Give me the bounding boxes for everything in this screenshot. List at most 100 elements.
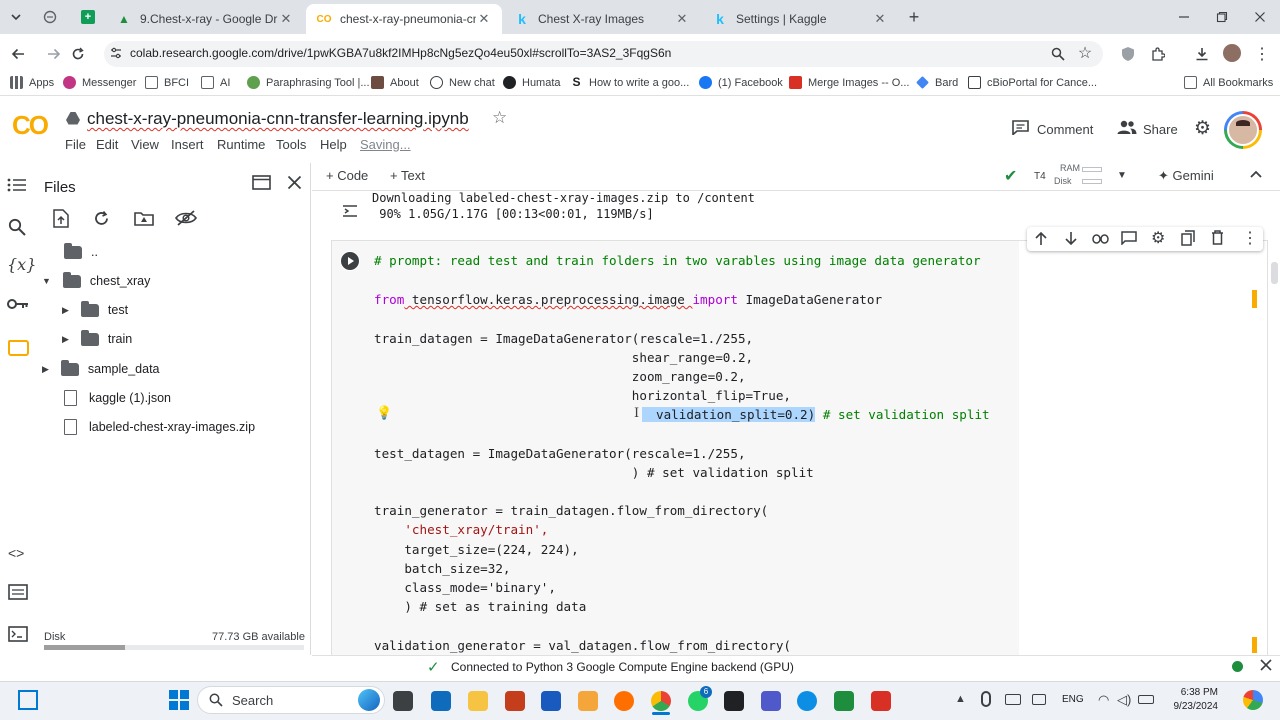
chrome-icon[interactable] [651,691,671,711]
bookmark-merge-images[interactable]: Merge Images -- O... [789,76,909,89]
language-indicator[interactable]: ENG [1062,694,1084,705]
close-icon[interactable]: ✕ [278,11,294,27]
app-orange-icon[interactable] [578,691,598,711]
open-in-tab-icon[interactable] [252,175,272,191]
tab-kaggle-settings[interactable]: k Settings | Kaggle ✕ [702,4,898,34]
runtime-dropdown-icon[interactable]: ▼ [1117,170,1127,181]
notebook-title[interactable]: chest-x-ray-pneumonia-cnn-transfer-learn… [87,109,469,129]
word-icon[interactable] [541,691,561,711]
bookmark-messenger[interactable]: Messenger [63,76,136,89]
display-icon[interactable] [1032,694,1046,705]
mirror-cell-icon[interactable] [1181,230,1195,246]
move-cell-down-icon[interactable] [1064,231,1078,247]
window-close-icon[interactable] [1250,8,1270,26]
share-button[interactable]: Share [1143,122,1178,137]
output-toggle-icon[interactable] [342,204,358,218]
forward-arrow-icon[interactable] [44,44,64,64]
menu-file[interactable]: File [65,137,86,152]
close-icon[interactable]: ✕ [476,11,492,27]
tab-google-drive[interactable]: ▲ 9.Chest-x-ray - Google Drive ✕ [106,4,304,34]
files-rail-button[interactable] [0,333,36,363]
task-view-icon[interactable] [393,691,413,711]
tree-item-test[interactable]: ▶ test [62,300,128,317]
copilot-tray-icon[interactable] [1243,690,1263,710]
code-line[interactable]: 'chest_xray/train', [374,522,548,537]
close-panel-icon[interactable] [287,175,303,191]
zoom-search-icon[interactable] [1048,44,1068,64]
bookmark-about[interactable]: About [371,76,419,89]
url-text[interactable]: colab.research.google.com/drive/1pwKGBA7… [130,46,671,60]
tree-item-train[interactable]: ▶ train [62,329,132,346]
terminal-app-icon[interactable] [724,691,744,711]
back-arrow-icon[interactable] [8,44,28,64]
tab-colab-notebook[interactable]: CO chest-x-ray-pneumonia-cnn-tra ✕ [306,4,502,34]
battery-icon[interactable] [1138,695,1154,704]
variables-icon[interactable]: {x} [7,255,36,274]
windows-start-icon[interactable] [169,690,189,710]
caret-right-icon[interactable]: ▶ [42,364,49,375]
code-line[interactable]: validation_generator = val_datagen.flow_… [374,638,791,653]
store-icon[interactable] [431,691,451,711]
pinned-sheets-icon[interactable]: + [78,8,98,26]
cell-settings-gear-icon[interactable]: ⚙ [1151,228,1165,248]
code-line[interactable]: batch_size=32, [374,561,510,576]
code-line[interactable]: train_generator = train_datagen.flow_fro… [374,503,768,518]
code-line[interactable]: validation_split=0.2) # set validation s… [642,407,990,422]
caret-right-icon[interactable]: ▶ [62,334,69,345]
caret-right-icon[interactable]: ▶ [62,305,69,316]
menu-runtime[interactable]: Runtime [217,137,265,152]
browser-menu-icon[interactable]: ⋮ [1252,44,1272,64]
bookmark-bard[interactable]: Bard [916,76,958,89]
more-actions-icon[interactable]: ⋮ [1242,228,1258,248]
close-icon[interactable]: ✕ [674,11,690,27]
code-snippets-icon[interactable]: <> [8,545,24,561]
bookmark-ai[interactable]: AI [201,76,230,89]
status-close-icon[interactable] [1260,659,1272,671]
keyboard-icon[interactable] [1005,694,1021,705]
reload-icon[interactable] [68,44,88,64]
mount-drive-icon[interactable] [134,210,154,228]
pinned-tab-icon[interactable] [40,8,60,26]
run-cell-button[interactable] [340,251,360,271]
code-line[interactable]: ) # set validation split [374,465,814,480]
code-line[interactable]: target_size=(224, 224), [374,542,578,557]
clock-time[interactable]: 6:38 PM [1172,687,1218,698]
widgets-icon[interactable] [18,690,38,710]
code-line[interactable]: ) # set as training data [374,599,586,614]
bookmark-humata[interactable]: Humata [503,76,561,89]
bookmark-paraphrasing[interactable]: Paraphrasing Tool |... [247,76,370,89]
code-line[interactable]: # prompt: read test and train folders in… [374,253,981,268]
lightbulb-icon[interactable]: 💡 [376,405,392,421]
delete-cell-icon[interactable] [1211,230,1225,246]
file-explorer-icon[interactable] [468,691,488,711]
link-icon[interactable] [1092,233,1110,245]
tab-search-chevron-icon[interactable] [6,8,26,26]
tree-item-parent[interactable]: .. [64,242,98,259]
menu-edit[interactable]: Edit [96,137,118,152]
menu-view[interactable]: View [131,137,159,152]
add-text-button[interactable]: + Text [390,168,425,183]
bookmark-new-chat[interactable]: New chat [430,76,495,89]
close-icon[interactable]: ✕ [872,11,888,27]
code-line[interactable]: shear_range=0.2, [374,350,753,365]
menu-tools[interactable]: Tools [276,137,306,152]
code-line[interactable]: train_datagen = ImageDataGenerator(resca… [374,331,753,346]
profile-avatar-icon[interactable] [1222,43,1242,63]
settings-gear-icon[interactable]: ⚙ [1194,119,1211,138]
copilot-icon[interactable] [358,689,380,711]
wifi-icon[interactable]: ◠ [1098,692,1109,708]
microphone-icon[interactable] [981,691,991,707]
edge-icon[interactable] [797,691,817,711]
code-line[interactable]: from tensorflow.keras.preprocessing.imag… [374,292,882,307]
cell-comment-icon[interactable] [1121,231,1137,246]
bookmark-apps[interactable]: Apps [10,76,54,89]
comment-button[interactable]: Comment [1037,122,1093,137]
bookmark-bfci[interactable]: BFCI [145,76,189,89]
minimize-icon[interactable] [1174,8,1194,26]
bookmark-cbioportal[interactable]: cBioPortal for Cance... [968,76,1097,89]
table-of-contents-icon[interactable] [7,178,29,194]
command-palette-icon[interactable] [8,584,28,600]
tree-item-zip[interactable]: labeled-chest-xray-images.zip [64,419,255,435]
code-line[interactable]: zoom_range=0.2, [374,369,746,384]
tab-chest-xray-images[interactable]: k Chest X-ray Images ✕ [504,4,700,34]
